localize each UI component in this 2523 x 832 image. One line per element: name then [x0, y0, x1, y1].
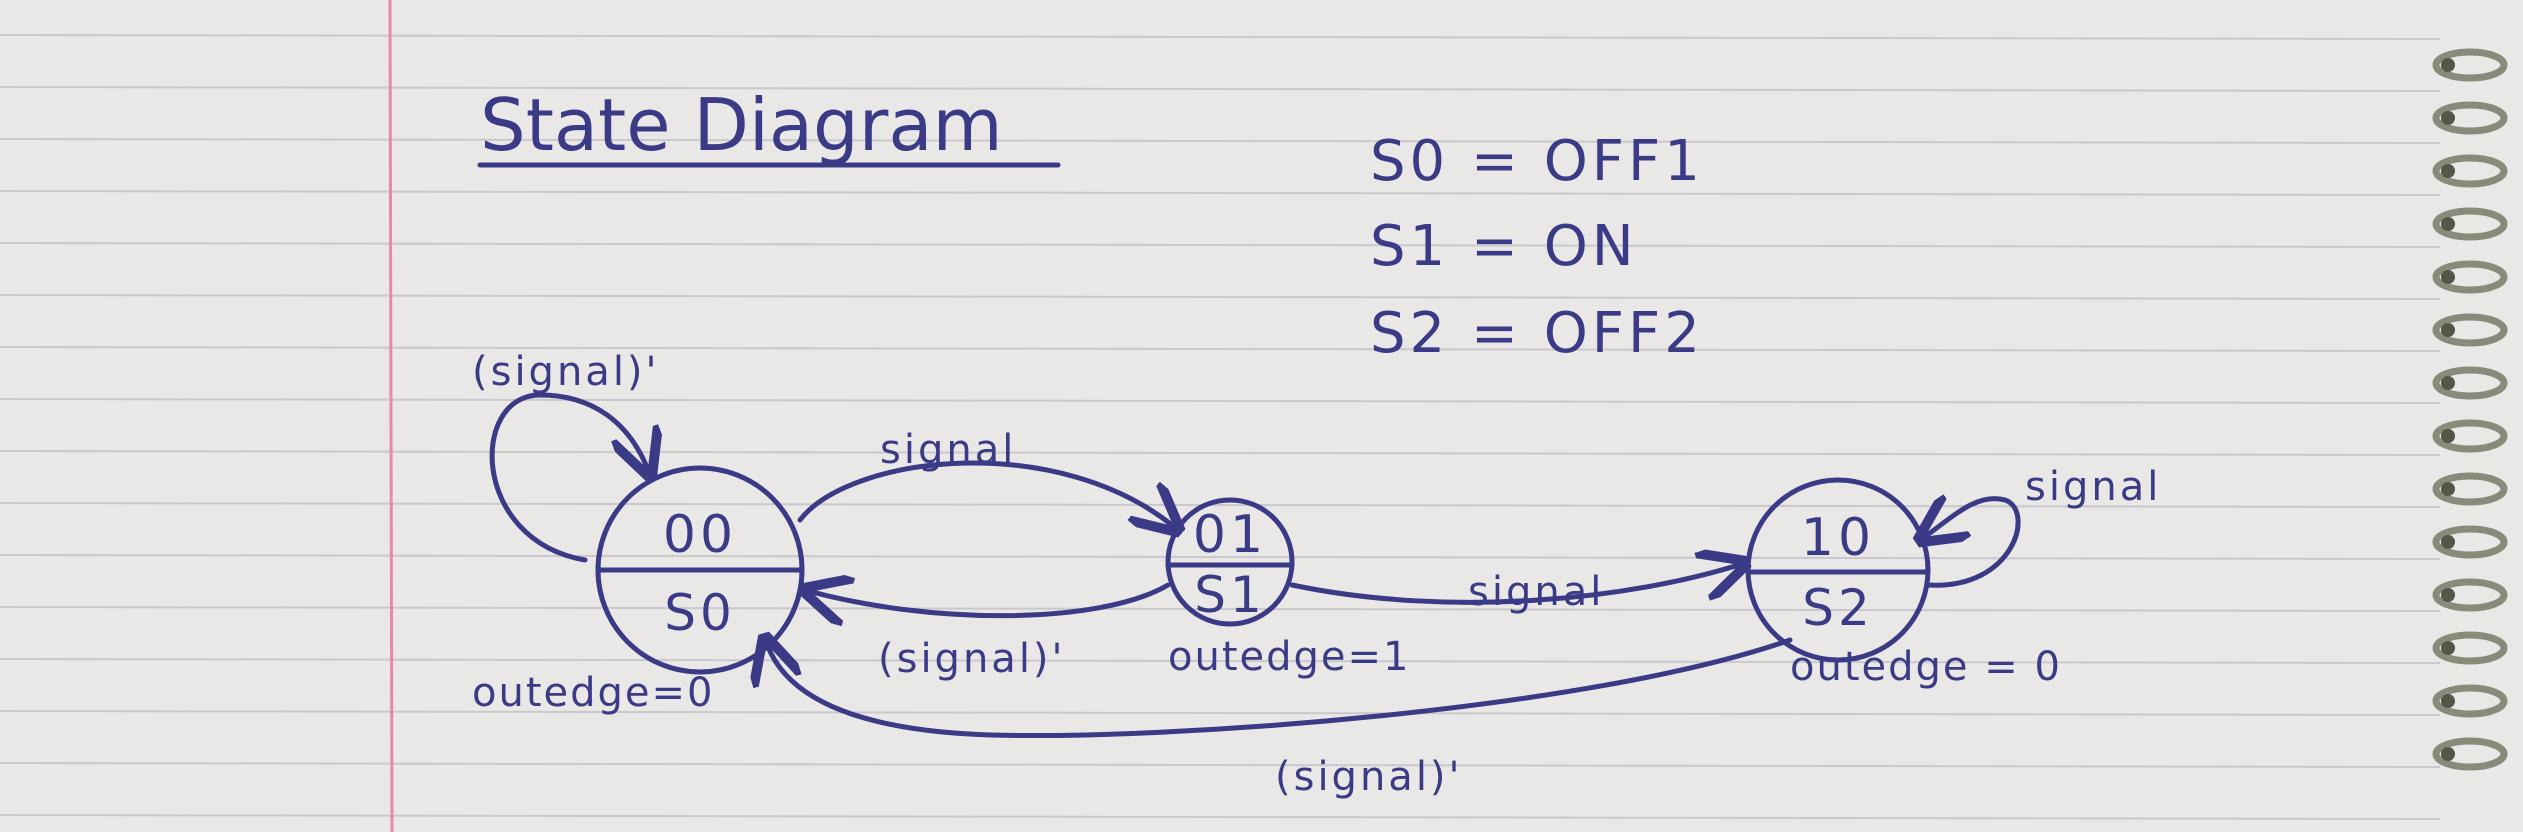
- legend-line-3: S2 = OFF2: [1370, 301, 1704, 366]
- state-s0-output: outedge=0: [472, 670, 714, 716]
- label-s0-to-s1: signal: [880, 427, 1016, 473]
- transition-s2-self: [1920, 499, 2021, 588]
- state-s2-code: 10: [1801, 508, 1875, 568]
- state-s2-output: outedge = 0: [1790, 644, 2062, 690]
- state-diagram: State Diagram S0 = OFF1 S1 = ON S2 = OFF…: [472, 83, 2161, 800]
- label-s1-to-s2: signal: [1468, 569, 1604, 615]
- state-s2-name: S2: [1802, 579, 1874, 637]
- transition-s1-to-s0: [805, 585, 1171, 616]
- state-node-s0: 00 S0: [595, 465, 805, 675]
- transition-s0-self: [489, 392, 650, 563]
- state-s1-output: outedge=1: [1168, 634, 1410, 680]
- state-s1-name: S1: [1194, 566, 1266, 624]
- state-node-s1: 01 S1: [1165, 497, 1295, 627]
- diagram-title: State Diagram: [480, 83, 1003, 167]
- state-s1-code: 01: [1193, 505, 1267, 565]
- label-s2-to-s0: (signal)': [1275, 754, 1463, 800]
- label-s1-to-s0: (signal)': [878, 636, 1066, 682]
- label-s0-self: (signal)': [472, 349, 660, 395]
- legend-line-1: S0 = OFF1: [1370, 129, 1704, 194]
- state-s0-name: S0: [664, 584, 736, 642]
- state-s0-code: 00: [663, 505, 737, 565]
- state-node-s2: 10 S2: [1745, 477, 1931, 663]
- transition-s0-to-s1: [797, 460, 1178, 530]
- label-s2-self: signal: [2025, 464, 2161, 510]
- legend-line-2: S1 = ON: [1370, 214, 1638, 279]
- notebook-page: State Diagram S0 = OFF1 S1 = ON S2 = OFF…: [0, 0, 2523, 832]
